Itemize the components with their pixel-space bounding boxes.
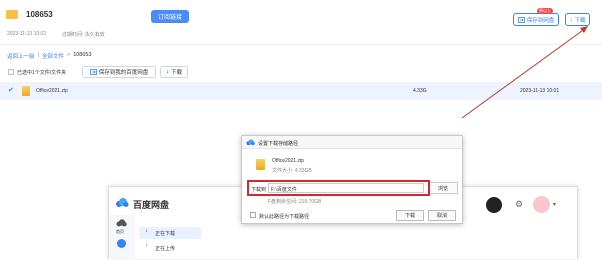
- free-space-text: F盘剩余空间: 219.70GB: [268, 199, 322, 205]
- folder-icon: [6, 10, 18, 19]
- save-badge: 原以上: [537, 8, 553, 14]
- breadcrumb-sep: >: [66, 52, 71, 58]
- row-check-icon[interactable]: ✔: [8, 86, 14, 94]
- subscribe-button[interactable]: 订阅链接: [151, 10, 189, 23]
- dialog-titlebar: 设置下载存储路径: [242, 136, 462, 149]
- save-icon: [89, 69, 97, 75]
- upload-arrow-icon: ↑: [145, 243, 148, 249]
- file-date: 2023-11-13 10:01: [520, 88, 560, 94]
- dialog-cancel-label: 取消: [436, 213, 447, 219]
- folder-name: 108653: [26, 10, 53, 19]
- save-mine-label: 保存到我的百度网盘: [98, 70, 149, 76]
- settings-gear-icon[interactable]: ⚙: [515, 199, 523, 210]
- subscribe-label: 订阅链接: [157, 15, 182, 21]
- dialog-file-size: 文件大小: 4.33GB: [272, 168, 312, 174]
- save-label: 保存到网盘: [526, 17, 555, 24]
- select-all-checkbox[interactable]: [8, 69, 14, 75]
- zip-file-icon: [22, 86, 30, 96]
- breadcrumb-all-files[interactable]: 全部文件: [42, 52, 64, 60]
- share-date: 2023-11-13 10:02: [7, 31, 47, 37]
- breadcrumb: 返回上一级 | 全部文件 > 108653: [7, 52, 92, 60]
- dialog-cancel-button[interactable]: 取消: [428, 210, 456, 221]
- save-icon: [517, 16, 525, 23]
- dialog-file-name: Office2021.zip: [272, 158, 304, 164]
- breadcrumb-current: 108653: [73, 52, 92, 58]
- browse-label: 浏览: [437, 185, 448, 192]
- download-button[interactable]: ↓ 下载: [565, 13, 590, 26]
- file-size: 4.33G: [413, 88, 427, 94]
- chevron-down-icon[interactable]: ▾: [553, 201, 556, 208]
- zip-file-icon: [256, 159, 265, 170]
- default-path-checkbox[interactable]: [250, 212, 256, 218]
- dialog-download-button[interactable]: 下载: [396, 210, 424, 221]
- download-path-dialog: 设置下载存储路径 Office2021.zip 文件大小: 4.33GB 下载到…: [241, 135, 463, 224]
- toolbar-download-label: 下载: [170, 70, 182, 76]
- uploading-label: 正在上传: [155, 246, 176, 252]
- downloading-item[interactable]: ↓ 正在下载: [139, 227, 201, 239]
- client-sidebar: 首页: [109, 215, 135, 260]
- baidu-cloud-logo-icon: [116, 198, 129, 207]
- download-icon: ↓: [165, 69, 169, 75]
- dialog-download-label: 下载: [404, 213, 415, 219]
- user-avatar[interactable]: [486, 197, 502, 213]
- download-label: 下载: [574, 17, 586, 24]
- nav-home-label: 首页: [116, 229, 124, 234]
- dialog-title: 设置下载存储路径: [258, 141, 299, 147]
- toolbar-download-button[interactable]: ↓ 下载: [160, 66, 188, 78]
- transfer-badge-icon[interactable]: [117, 239, 126, 248]
- header: 108653 订阅链接 2023-11-13 10:02 过期时间: 永久有效 …: [0, 0, 602, 38]
- mascot-avatar[interactable]: [533, 196, 550, 213]
- file-row[interactable]: ✔ Office2021.zip 4.33G 2023-11-13 10:01: [0, 82, 602, 100]
- selected-count-text: 已选中1个文件/文件夹: [17, 70, 67, 76]
- download-icon: ↓: [569, 16, 573, 23]
- download-arrow-icon: ↓: [145, 228, 148, 234]
- default-path-label: 默认此路径为下载路径: [259, 214, 310, 220]
- uploading-item[interactable]: ↑ 正在上传: [139, 242, 201, 254]
- path-highlight-box: [247, 180, 430, 196]
- save-to-my-netdisk-button[interactable]: 保存到我的百度网盘: [82, 66, 156, 78]
- baidu-cloud-icon: [246, 139, 255, 146]
- file-name[interactable]: Office2021.zip: [36, 88, 68, 94]
- downloading-label: 正在下载: [155, 231, 176, 237]
- browse-button[interactable]: 浏览: [428, 182, 458, 194]
- header-divider: [0, 44, 602, 45]
- expire-text: 过期时间: 永久有效: [62, 32, 105, 38]
- breadcrumb-back[interactable]: 返回上一级: [7, 52, 35, 60]
- home-cloud-icon[interactable]: [116, 219, 127, 227]
- breadcrumb-sep: |: [37, 52, 39, 58]
- client-app-title: 百度网盘: [133, 200, 170, 210]
- selection-toolbar: 已选中1个文件/文件夹 保存到我的百度网盘 ↓ 下载: [0, 64, 602, 80]
- save-to-netdisk-button[interactable]: 保存到网盘: [513, 13, 559, 26]
